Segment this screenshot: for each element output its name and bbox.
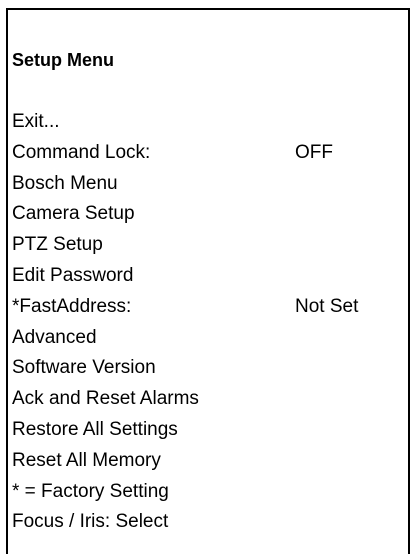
menu-item-label: * = Factory Setting	[12, 480, 169, 502]
menu-item-label: Focus / Iris: Select	[12, 511, 169, 533]
menu-item-label: Camera Setup	[12, 203, 135, 225]
focus-iris-hint: Focus / Iris: Select	[12, 507, 408, 538]
menu-item-advanced[interactable]: Advanced	[12, 323, 408, 354]
menu-item-exit[interactable]: Exit...	[12, 107, 408, 138]
menu-item-ptz-setup[interactable]: PTZ Setup	[12, 230, 408, 261]
menu-item-label: Restore All Settings	[12, 418, 178, 440]
menu-item-bosch-menu[interactable]: Bosch Menu	[12, 169, 408, 200]
menu-item-fast-address[interactable]: *FastAddress: Not Set	[12, 292, 408, 323]
menu-list: Exit... Command Lock: OFF Bosch Menu Cam…	[12, 107, 408, 538]
menu-item-label: PTZ Setup	[12, 234, 103, 256]
menu-title: Setup Menu	[12, 50, 114, 70]
menu-item-ack-reset-alarms[interactable]: Ack and Reset Alarms	[12, 384, 408, 415]
menu-item-camera-setup[interactable]: Camera Setup	[12, 199, 408, 230]
menu-item-restore-all-settings[interactable]: Restore All Settings	[12, 415, 408, 446]
menu-item-label: Exit...	[12, 111, 60, 132]
menu-item-label: Advanced	[12, 326, 97, 348]
menu-item-label: Reset All Memory	[12, 449, 161, 471]
factory-setting-note: * = Factory Setting	[12, 477, 408, 508]
menu-item-edit-password[interactable]: Edit Password	[12, 261, 408, 292]
menu-item-label: Software Version	[12, 357, 156, 379]
menu-item-label: Ack and Reset Alarms	[12, 388, 199, 410]
menu-item-label: Bosch Menu	[12, 172, 118, 194]
fast-address-value: Not Set	[295, 295, 359, 317]
menu-item-label: *FastAddress:	[12, 295, 132, 317]
menu-item-reset-all-memory[interactable]: Reset All Memory	[12, 446, 408, 477]
command-lock-value: OFF	[295, 141, 333, 163]
menu-item-command-lock[interactable]: Command Lock: OFF	[12, 138, 408, 169]
menu-item-label: Command Lock:	[12, 141, 151, 163]
setup-menu-panel: Setup Menu Exit... Command Lock: OFF Bos…	[6, 8, 410, 554]
menu-item-software-version[interactable]: Software Version	[12, 353, 408, 384]
menu-item-label: Edit Password	[12, 264, 134, 286]
